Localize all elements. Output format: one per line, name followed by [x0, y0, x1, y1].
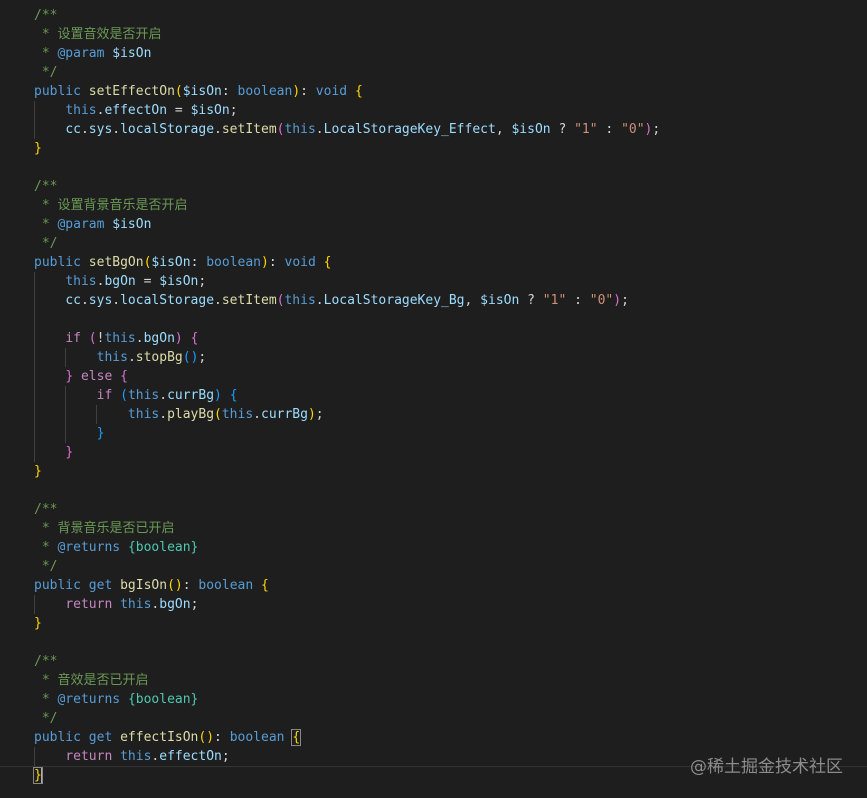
code-line[interactable]: this.bgOn = $isOn; — [34, 272, 660, 291]
code-line[interactable]: * @param $isOn — [34, 44, 660, 63]
code-line[interactable]: * @returns {boolean} — [34, 690, 660, 709]
code-line[interactable]: } — [34, 443, 660, 462]
code-line[interactable]: } — [34, 424, 660, 443]
code-line[interactable]: return this.effectOn; — [34, 747, 660, 766]
code-line[interactable]: } — [33, 766, 660, 785]
code-line[interactable]: * 背景音乐是否已开启 — [34, 519, 660, 538]
code-line[interactable]: this.effectOn = $isOn; — [34, 101, 660, 120]
code-line[interactable]: cc.sys.localStorage.setItem(this.LocalSt… — [34, 291, 660, 310]
code-line[interactable]: * @param $isOn — [34, 215, 660, 234]
code-line[interactable]: /** — [34, 500, 660, 519]
code-line[interactable] — [34, 310, 660, 329]
code-line[interactable]: this.playBg(this.currBg); — [34, 405, 660, 424]
code-line[interactable]: } else { — [34, 367, 660, 386]
code-line[interactable]: /** — [34, 652, 660, 671]
code-line[interactable]: public setBgOn($isOn: boolean): void { — [34, 253, 660, 272]
code-line[interactable]: } — [34, 614, 660, 633]
code-line[interactable]: * 设置音效是否开启 — [34, 25, 660, 44]
code-line[interactable] — [34, 481, 660, 500]
code-line[interactable]: cc.sys.localStorage.setItem(this.LocalSt… — [34, 120, 660, 139]
code-line[interactable]: */ — [34, 709, 660, 728]
code-line[interactable]: } — [34, 462, 660, 481]
code-line[interactable]: */ — [34, 557, 660, 576]
code-line[interactable]: return this.bgOn; — [34, 595, 660, 614]
code-line[interactable]: if (!this.bgOn) { — [34, 329, 660, 348]
code-line[interactable]: * @returns {boolean} — [34, 538, 660, 557]
watermark: @稀土掘金技术社区 — [690, 757, 843, 777]
code-line[interactable]: public get effectIsOn(): boolean { — [34, 728, 660, 747]
code-line[interactable]: /** — [34, 177, 660, 196]
code-line[interactable]: */ — [34, 63, 660, 82]
code-line[interactable]: * 设置背景音乐是否开启 — [34, 196, 660, 215]
code-editor[interactable]: /** * 设置音效是否开启 * @param $isOn */public s… — [0, 0, 867, 798]
code-line[interactable]: public get bgIsOn(): boolean { — [34, 576, 660, 595]
code-line[interactable]: /** — [34, 6, 660, 25]
code-line[interactable] — [34, 158, 660, 177]
code-line[interactable]: if (this.currBg) { — [34, 386, 660, 405]
code-line[interactable]: */ — [34, 234, 660, 253]
code-lines[interactable]: /** * 设置音效是否开启 * @param $isOn */public s… — [33, 6, 660, 785]
code-line[interactable] — [34, 633, 660, 652]
code-line[interactable]: * 音效是否已开启 — [34, 671, 660, 690]
text-cursor — [40, 768, 43, 783]
code-line[interactable]: } — [34, 139, 660, 158]
code-line[interactable]: this.stopBg(); — [34, 348, 660, 367]
code-line[interactable]: public setEffectOn($isOn: boolean): void… — [34, 82, 660, 101]
